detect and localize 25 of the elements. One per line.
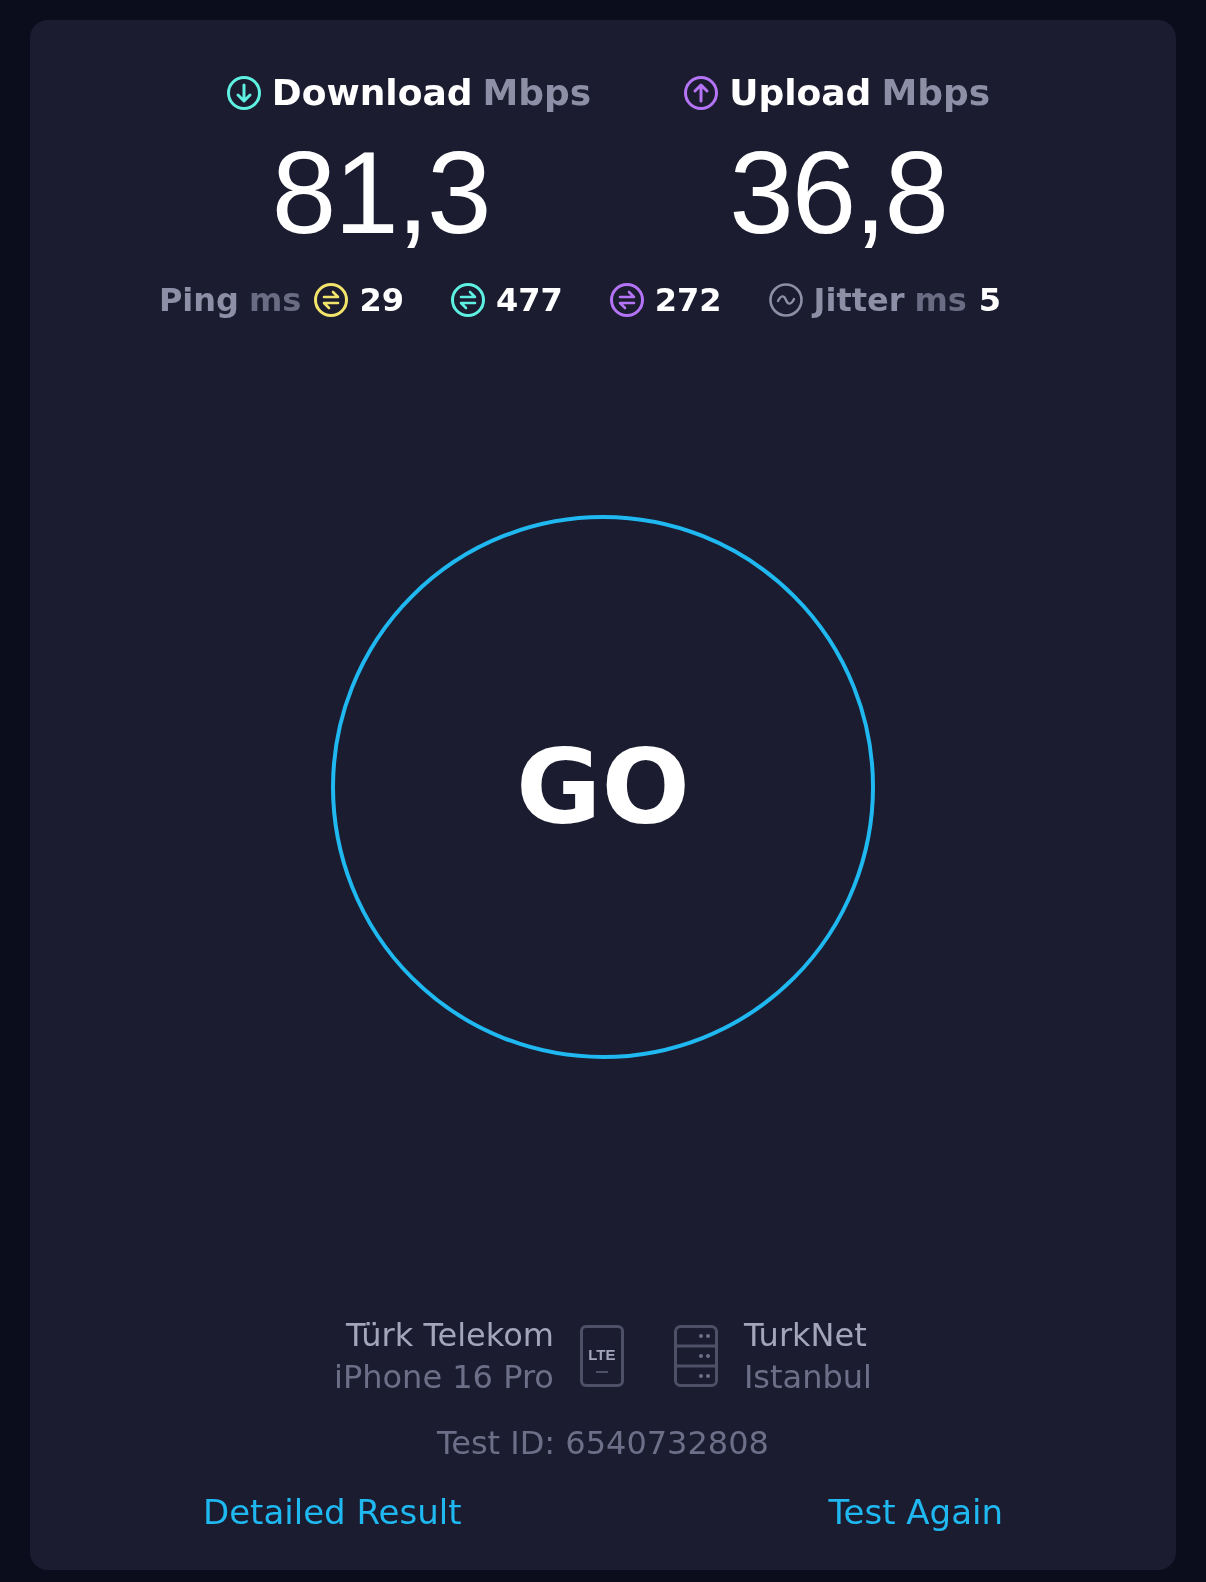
ping-value: 272 — [654, 281, 722, 319]
server-icon — [673, 1325, 718, 1387]
link[interactable]: Detailed Result — [203, 1492, 462, 1532]
test-id: Test ID: 6540732808 — [437, 1424, 769, 1462]
ping-label: Ping — [158, 281, 239, 319]
jitter-value: 5 — [978, 281, 1002, 319]
metric-label: Download — [271, 72, 473, 113]
device-name: iPhone 16 Pro — [334, 1357, 554, 1398]
speed-value: 81,3 — [270, 135, 490, 251]
wave-icon — [767, 282, 804, 318]
metric-label: Upload — [729, 72, 872, 113]
ping-value: 477 — [495, 281, 563, 319]
provider-name: Türk Telekom — [346, 1315, 554, 1356]
speed-value: 36,8 — [728, 135, 948, 251]
unit-label: ms — [249, 281, 302, 319]
server-location: Istanbul — [743, 1357, 872, 1398]
server-name: TurkNet — [743, 1315, 868, 1356]
unit-label: Mbps — [482, 72, 592, 113]
unit-label: ms — [914, 281, 967, 319]
go-button[interactable]: GO — [331, 514, 875, 1059]
link[interactable]: Test Again — [828, 1492, 1003, 1532]
jitter-label: Jitter — [813, 281, 905, 319]
ping-value: 29 — [359, 281, 404, 319]
phone-icon: LTE — [579, 1325, 624, 1387]
unit-label: Mbps — [881, 72, 991, 113]
